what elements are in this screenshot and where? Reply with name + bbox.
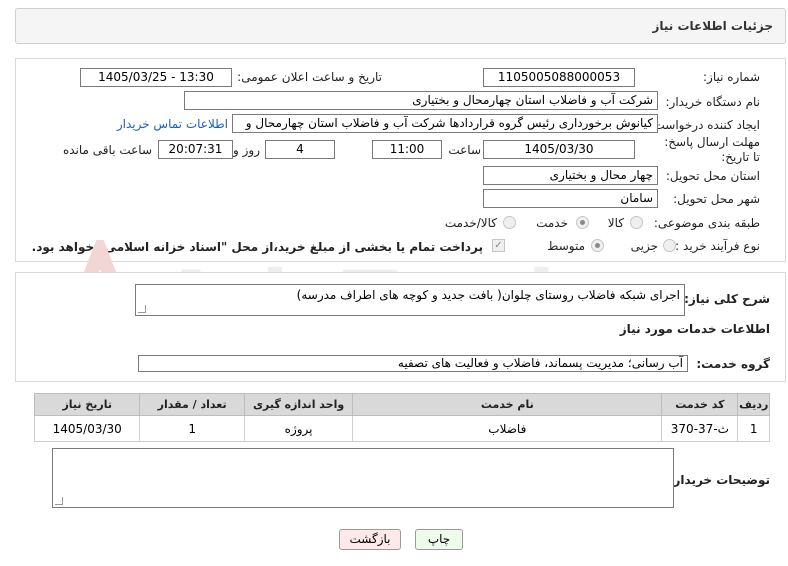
days-label: روز و	[233, 143, 260, 157]
category-option-goods: کالا	[607, 216, 624, 230]
category-label: طبقه بندی موضوعی:	[653, 216, 760, 230]
creator-field[interactable]: کیانوش برخورداری رئیس گروه قراردادها شرک…	[232, 114, 658, 133]
need-number-field[interactable]: 1105005088000053	[483, 68, 635, 87]
col-header-unit: واحد اندازه گیری	[243, 393, 354, 416]
category-radio-service[interactable]	[576, 216, 589, 229]
col-header-row: ردیف	[737, 393, 770, 416]
process-option-minor: جزیی	[630, 239, 658, 253]
summary-field[interactable]: اجرای شبکه فاضلاب روستای چلوان( بافت جدی…	[135, 284, 685, 316]
page-header: جزئیات اطلاعات نیاز	[15, 8, 786, 44]
buyer-notes-field[interactable]	[52, 448, 674, 508]
page-title: جزئیات اطلاعات نیاز	[652, 19, 773, 33]
cell-unit: پروژه	[243, 415, 354, 442]
service-group-field[interactable]: آب رسانی؛ مدیریت پسماند، فاضلاب و فعالیت…	[138, 355, 688, 372]
city-field[interactable]: سامان	[483, 189, 658, 208]
services-table: ردیف کد خدمت نام خدمت واحد اندازه گیری ت…	[33, 393, 770, 442]
announce-label: تاریخ و ساعت اعلان عمومی:	[237, 70, 382, 84]
back-button[interactable]: بازگشت	[339, 529, 401, 550]
deadline-time-label: ساعت	[448, 143, 481, 157]
print-button[interactable]: چاپ	[415, 529, 463, 550]
city-label: شهر محل تحویل:	[673, 192, 760, 206]
process-radio-medium[interactable]	[591, 239, 604, 252]
deadline-label: مهلت ارسال پاسخ: تا تاریخ:	[664, 135, 760, 164]
category-radio-goods-service[interactable]	[503, 216, 516, 229]
announce-field[interactable]: 1405/03/25 - 13:30	[80, 68, 232, 87]
cell-row-number: 1	[737, 415, 770, 442]
process-label: نوع فرآیند خرید :	[675, 239, 760, 253]
table-header-row: ردیف کد خدمت نام خدمت واحد اندازه گیری ت…	[33, 393, 770, 416]
creator-label: ایجاد کننده درخواست:	[649, 118, 760, 132]
category-option-service: خدمت	[536, 216, 568, 230]
col-header-date: تاریخ نیاز	[33, 393, 141, 416]
summary-label: شرح کلی نیاز:	[684, 292, 770, 306]
buyer-notes-resize-handle[interactable]	[55, 497, 63, 505]
category-option-goods-service: کالا/خدمت	[444, 216, 497, 230]
col-header-name: نام خدمت	[352, 393, 663, 416]
days-remaining-field[interactable]: 4	[265, 140, 335, 159]
province-field[interactable]: چهار محال و بختیاری	[483, 166, 658, 185]
col-header-qty: تعداد / مقدار	[139, 393, 245, 416]
col-header-code: کد خدمت	[661, 393, 739, 416]
service-group-label: گروه خدمت:	[696, 357, 770, 371]
buyer-notes-label: توضیحات خریدار:	[668, 473, 770, 487]
services-title: اطلاعات خدمات مورد نیاز	[619, 322, 770, 336]
deadline-time-field[interactable]: 11:00	[372, 140, 442, 159]
table-row[interactable]: 1 ث-37-370 فاضلاب پروژه 1 1405/03/30	[33, 415, 770, 442]
process-radio-minor[interactable]	[663, 239, 676, 252]
category-radio-goods[interactable]	[630, 216, 643, 229]
payment-checkbox[interactable]: ✓	[492, 239, 505, 252]
cell-service-name: فاضلاب	[352, 415, 663, 442]
province-label: استان محل تحویل:	[665, 169, 760, 183]
need-number-label: شماره نیاز:	[703, 70, 760, 84]
remaining-time-field[interactable]: 20:07:31	[158, 140, 233, 159]
remaining-time-label: ساعت باقی مانده	[62, 143, 152, 157]
cell-quantity: 1	[139, 415, 245, 442]
deadline-date-field[interactable]: 1405/03/30	[483, 140, 635, 159]
cell-need-date: 1405/03/30	[33, 415, 141, 442]
cell-service-code: ث-37-370	[661, 415, 739, 442]
buyer-org-label: نام دستگاه خریدار:	[665, 95, 761, 109]
payment-note: پرداخت تمام یا بخشی از مبلغ خرید،از محل …	[31, 240, 483, 254]
buyer-contact-link[interactable]: اطلاعات تماس خریدار	[117, 117, 228, 131]
process-option-medium: متوسط	[547, 239, 585, 253]
summary-resize-handle[interactable]	[138, 305, 146, 313]
buyer-org-field[interactable]: شرکت آب و فاضلاب استان چهارمحال و بختیار…	[184, 91, 658, 110]
